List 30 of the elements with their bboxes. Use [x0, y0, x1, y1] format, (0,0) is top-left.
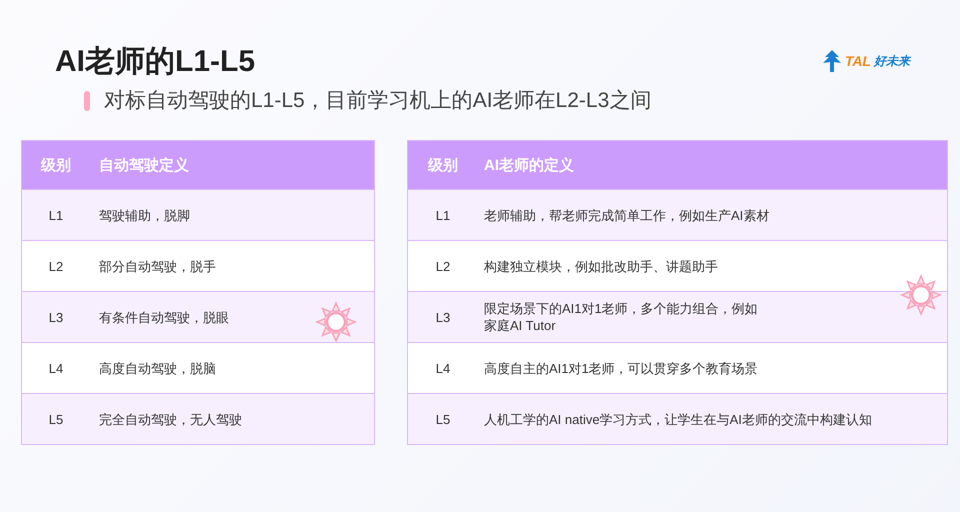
slide-subtitle: 对标自动驾驶的L1-L5，目前学习机上的AI老师在L2-L3之间: [104, 88, 652, 114]
tree-logo-icon: [822, 49, 842, 73]
header-cell-text: 级别: [426, 156, 459, 174]
table-cell-text: 老师辅助，帮老师完成简单工作，例如生产AI素材: [483, 206, 770, 224]
table-cell-text: L5: [48, 410, 64, 428]
table-cell-text: 有条件自动驾驶，脱眼: [98, 308, 229, 326]
table-cell-text: L1: [48, 206, 64, 224]
table-cell-text: 人机工学的AI native学习方式，让学生在与AI老师的交流中构建认知: [483, 410, 872, 428]
table-cell-text: 完全自动驾驶，无人驾驶: [98, 410, 242, 428]
table-cell-text: L3: [434, 308, 452, 326]
slide-title: AI老师的L1-L5: [55, 44, 256, 80]
table-cell-text: L4: [434, 360, 452, 376]
logo-chinese-name: 好未来: [874, 52, 910, 70]
table-cell-text: L3: [48, 308, 64, 326]
header-cell-text: 级别: [40, 156, 72, 174]
table-cell-text: L1: [434, 206, 452, 224]
table-cell-text: 高度自主的AI1对1老师，可以贯穿多个教育场景: [483, 360, 758, 376]
table-cell-text: 部分自动驾驶，脱手: [98, 258, 216, 274]
table-cell-text: L2: [48, 258, 64, 274]
accent-bar: [84, 91, 90, 111]
table-cell-text: L4: [48, 360, 64, 376]
table-cell-text: 限定场景下的AI1对1老师，多个能力组合，例如家庭AI Tutor: [483, 300, 759, 334]
header-cell-text: 自动驾驶定义: [98, 156, 189, 174]
table-cell-text: L5: [434, 410, 452, 428]
table-cell-text: L2: [434, 258, 452, 274]
table-cell-text: 驾驶辅助，脱脚: [98, 206, 190, 224]
table-cell-text: 构建独立模块，例如批改助手、讲题助手: [483, 258, 718, 274]
header-cell-text: AI老师的定义: [483, 156, 574, 174]
logo-wordmark: TAL: [844, 53, 871, 69]
table-cell-text: 高度自动驾驶，脱脑: [98, 360, 216, 376]
